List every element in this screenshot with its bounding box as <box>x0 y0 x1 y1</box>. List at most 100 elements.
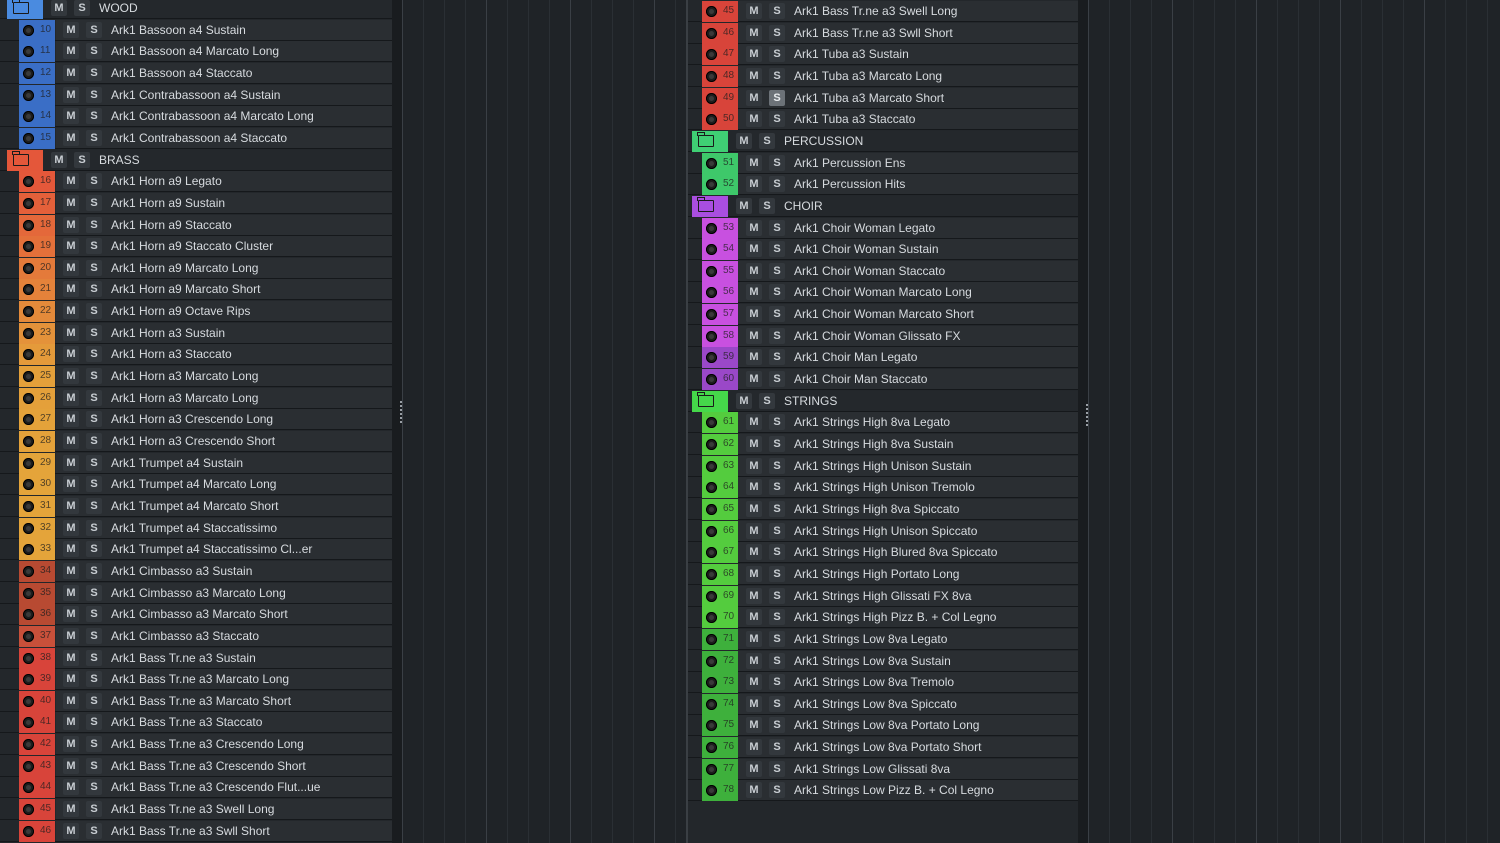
track-color-strip[interactable]: 55 <box>702 260 738 282</box>
track-color-strip[interactable]: 75 <box>702 715 738 737</box>
mute-button[interactable]: M <box>746 609 762 626</box>
track-row[interactable]: 61 M S Ark1 Strings High 8va Legato <box>688 412 1078 434</box>
record-arm-icon[interactable] <box>23 176 34 188</box>
track-name[interactable]: Ark1 Bass Tr.ne a3 Swell Long <box>794 4 957 18</box>
track-color-strip[interactable]: 49 <box>702 87 738 109</box>
mute-button[interactable]: M <box>63 259 79 276</box>
record-arm-icon[interactable] <box>706 590 717 602</box>
track-row[interactable]: 46 M S Ark1 Bass Tr.ne a3 Swll Short <box>688 22 1078 44</box>
track-color-strip[interactable]: 11 <box>19 41 55 63</box>
record-arm-icon[interactable] <box>706 547 717 559</box>
track-color-strip[interactable]: 27 <box>19 409 55 431</box>
track-color-strip[interactable]: 18 <box>19 214 55 236</box>
mute-button[interactable]: M <box>746 46 762 63</box>
mute-button[interactable]: M <box>746 782 762 799</box>
mute-button[interactable]: M <box>63 801 79 818</box>
solo-button[interactable]: S <box>769 500 785 517</box>
solo-button[interactable]: S <box>769 760 785 777</box>
record-arm-icon[interactable] <box>23 111 34 123</box>
track-color-strip[interactable]: 10 <box>19 19 55 41</box>
mute-button[interactable]: M <box>746 479 762 496</box>
record-arm-icon[interactable] <box>706 70 717 82</box>
track-color-strip[interactable]: 19 <box>19 236 55 258</box>
record-arm-icon[interactable] <box>23 371 34 383</box>
track-color-strip[interactable]: 77 <box>702 758 738 780</box>
track-row[interactable]: 31 M S Ark1 Trumpet a4 Marcato Short <box>0 495 392 517</box>
record-arm-icon[interactable] <box>23 457 34 469</box>
track-row[interactable]: 70 M S Ark1 Strings High Pizz B. + Col Legn… <box>688 607 1078 629</box>
solo-button[interactable]: S <box>769 565 785 582</box>
right-splitter[interactable] <box>1078 0 1088 843</box>
solo-button[interactable]: S <box>86 476 102 493</box>
solo-button[interactable]: S <box>769 176 785 193</box>
mute-button[interactable]: M <box>51 151 67 168</box>
track-color-strip[interactable]: 45 <box>702 1 738 22</box>
mute-button[interactable]: M <box>63 757 79 774</box>
folder-track[interactable]: M S CHOIR <box>688 195 1078 217</box>
track-row[interactable]: 57 M S Ark1 Choir Woman Marcato Short <box>688 304 1078 326</box>
mute-button[interactable]: M <box>746 522 762 539</box>
record-arm-icon[interactable] <box>706 265 717 277</box>
record-arm-icon[interactable] <box>23 782 34 794</box>
solo-button[interactable]: S <box>769 327 785 344</box>
record-arm-icon[interactable] <box>706 244 717 256</box>
solo-button[interactable]: S <box>86 692 102 709</box>
track-row[interactable]: 16 M S Ark1 Horn a9 Legato <box>0 171 392 193</box>
record-arm-icon[interactable] <box>23 674 34 686</box>
track-color-strip[interactable]: 32 <box>19 517 55 539</box>
track-row[interactable]: 42 M S Ark1 Bass Tr.ne a3 Crescendo Long <box>0 734 392 756</box>
track-color-strip[interactable]: 69 <box>702 585 738 607</box>
track-color-strip[interactable]: 73 <box>702 672 738 694</box>
record-arm-icon[interactable] <box>706 612 717 624</box>
left-splitter[interactable] <box>392 0 402 843</box>
folder-track[interactable]: M S PERCUSSION <box>688 130 1078 152</box>
track-name[interactable]: Ark1 Contrabassoon a4 Staccato <box>111 131 287 145</box>
track-name[interactable]: Ark1 Strings Low 8va Tremolo <box>794 675 954 689</box>
track-name[interactable]: Ark1 Choir Woman Legato <box>794 221 935 235</box>
track-color-strip[interactable]: 56 <box>702 282 738 304</box>
folder-color-swatch[interactable] <box>7 0 43 19</box>
folder-name[interactable]: PERCUSSION <box>784 134 863 148</box>
mute-button[interactable]: M <box>746 284 762 301</box>
solo-button[interactable]: S <box>86 129 102 146</box>
track-color-strip[interactable]: 44 <box>19 777 55 799</box>
record-arm-icon[interactable] <box>706 352 717 364</box>
track-row[interactable]: 27 M S Ark1 Horn a3 Crescendo Long <box>0 409 392 431</box>
track-color-strip[interactable]: 45 <box>19 799 55 821</box>
folder-track[interactable]: M S STRINGS <box>688 390 1078 412</box>
solo-button[interactable]: S <box>769 695 785 712</box>
mute-button[interactable]: M <box>63 389 79 406</box>
solo-button[interactable]: S <box>86 519 102 536</box>
record-arm-icon[interactable] <box>23 544 34 556</box>
track-row[interactable]: 64 M S Ark1 Strings High Unison Tremolo <box>688 477 1078 499</box>
track-color-strip[interactable]: 51 <box>702 152 738 174</box>
record-arm-icon[interactable] <box>706 763 717 775</box>
track-name[interactable]: Ark1 Bass Tr.ne a3 Swll Short <box>111 824 270 838</box>
track-color-strip[interactable]: 57 <box>702 304 738 326</box>
record-arm-icon[interactable] <box>23 284 34 296</box>
mute-button[interactable]: M <box>746 414 762 431</box>
mute-button[interactable]: M <box>63 64 79 81</box>
track-color-strip[interactable]: 28 <box>19 431 55 452</box>
solo-button[interactable]: S <box>86 606 102 623</box>
solo-button[interactable]: S <box>769 717 785 734</box>
track-color-strip[interactable]: 50 <box>702 109 738 131</box>
record-arm-icon[interactable] <box>706 157 717 169</box>
track-row[interactable]: 54 M S Ark1 Choir Woman Sustain <box>688 239 1078 261</box>
solo-button[interactable]: S <box>769 479 785 496</box>
mute-button[interactable]: M <box>63 562 79 579</box>
solo-button[interactable]: S <box>86 822 102 839</box>
track-name[interactable]: Ark1 Cimbasso a3 Marcato Short <box>111 607 288 621</box>
track-row[interactable]: 45 M S Ark1 Bass Tr.ne a3 Swell Long <box>0 799 392 821</box>
solo-button[interactable]: S <box>769 522 785 539</box>
mute-button[interactable]: M <box>736 132 752 149</box>
right-arrange-area[interactable] <box>1088 0 1500 843</box>
track-color-strip[interactable]: 25 <box>19 366 55 388</box>
record-arm-icon[interactable] <box>706 568 717 580</box>
mute-button[interactable]: M <box>746 24 762 41</box>
solo-button[interactable]: S <box>759 197 775 214</box>
track-name[interactable]: Ark1 Strings Low 8va Sustain <box>794 654 951 668</box>
record-arm-icon[interactable] <box>23 67 34 79</box>
record-arm-icon[interactable] <box>23 717 34 729</box>
solo-button[interactable]: S <box>86 281 102 298</box>
